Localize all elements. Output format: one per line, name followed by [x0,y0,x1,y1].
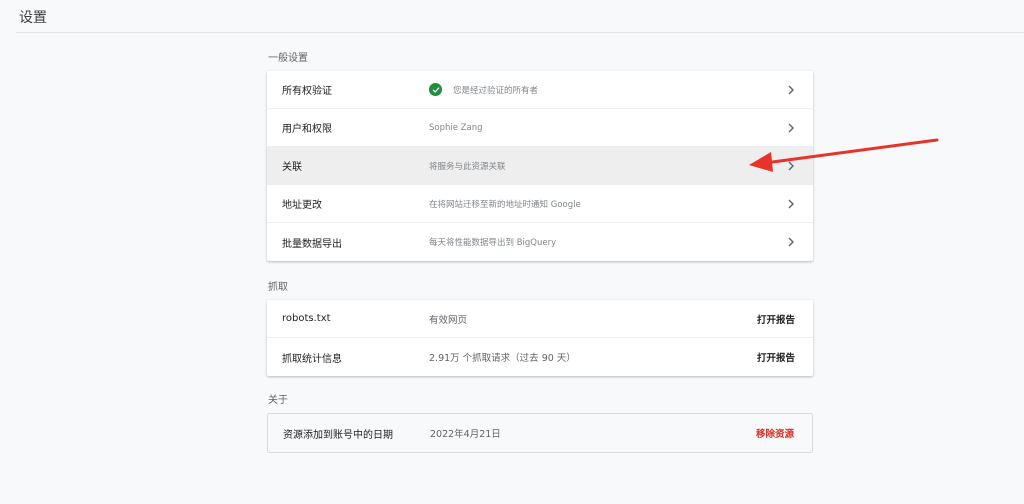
settings-row-ownership[interactable]: 所有权验证 您是经过验证的所有者 [267,71,813,109]
crawl-card: robots.txt 有效网页 打开报告 抓取统计信息 2.91万 个抓取请求（… [267,300,813,376]
row-label: 地址更改 [282,200,322,211]
row-value: 将服务与此资源关联 [429,161,506,172]
settings-row-change-of-address[interactable]: 地址更改 在将网站迁移至新的地址时通知 Google [267,185,813,223]
check-circle-icon [429,83,442,96]
settings-row-associations[interactable]: 关联 将服务与此资源关联 [267,147,813,185]
row-label: robots.txt [282,313,331,324]
settings-row-added-date: 资源添加到账号中的日期 2022年4月21日 移除资源 [268,414,812,452]
chevron-right-icon[interactable] [787,85,795,95]
settings-row-users[interactable]: 用户和权限 Sophie Zang [267,109,813,147]
row-value: 每天将性能数据导出到 BigQuery [429,238,557,248]
row-value: 有效网页 [429,314,468,326]
annotation-arrow-icon [749,138,939,172]
row-value: 您是经过验证的所有者 [429,83,538,96]
row-label: 批量数据导出 [282,238,342,250]
open-report-button[interactable]: 打开报告 [757,350,795,364]
chevron-right-icon[interactable] [787,237,795,247]
row-label: 用户和权限 [282,124,332,135]
general-settings-card: 所有权验证 您是经过验证的所有者 用户和权限 Sophie Zang 关联 将服… [267,71,813,261]
section-label-crawl: 抓取 [268,282,288,293]
ownership-status-text: 您是经过验证的所有者 [453,85,539,96]
remove-property-button[interactable]: 移除资源 [756,426,794,440]
section-label-about: 关于 [268,395,288,406]
settings-row-robots: robots.txt 有效网页 打开报告 [267,300,813,338]
section-label-general: 一般设置 [268,53,308,64]
row-label: 资源添加到账号中的日期 [283,429,393,441]
page-title: 设置 [19,10,47,26]
row-label: 抓取统计信息 [282,353,342,365]
row-label: 所有权验证 [282,86,332,97]
row-value: 2022年4月21日 [430,429,501,440]
settings-row-bulk-export[interactable]: 批量数据导出 每天将性能数据导出到 BigQuery [267,223,813,261]
chevron-right-icon[interactable] [787,199,795,209]
about-card: 资源添加到账号中的日期 2022年4月21日 移除资源 [267,413,813,453]
row-label: 关联 [282,162,302,173]
row-value: 在将网站迁移至新的地址时通知 Google [429,199,581,210]
row-value: Sophie Zang [429,122,483,133]
settings-page: 设置 一般设置 所有权验证 您是经过验证的所有者 用户和权限 Sophie Za… [0,0,1024,504]
open-report-button[interactable]: 打开报告 [757,312,795,326]
title-divider [16,32,1024,33]
settings-row-crawl-stats: 抓取统计信息 2.91万 个抓取请求（过去 90 天） 打开报告 [267,338,813,376]
row-value: 2.91万 个抓取请求（过去 90 天） [429,353,576,364]
